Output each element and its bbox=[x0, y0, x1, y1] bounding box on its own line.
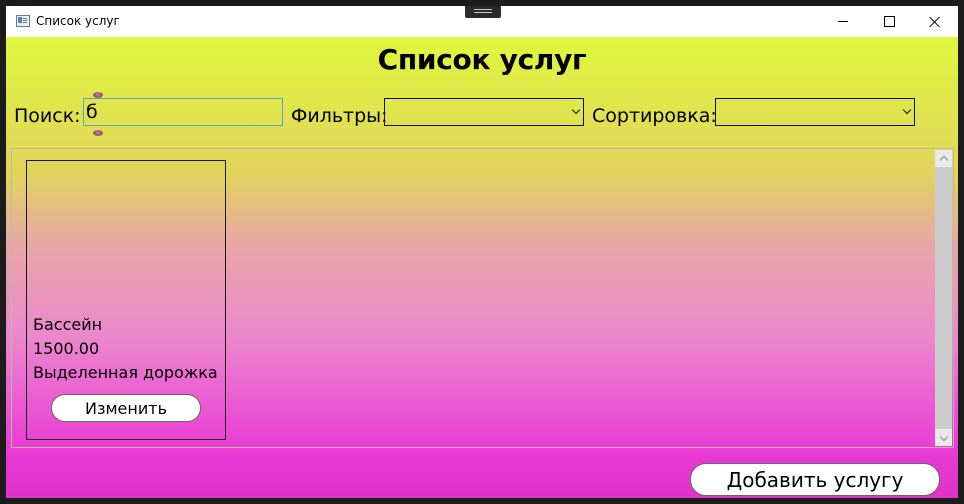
service-name: Бассейн bbox=[33, 315, 103, 334]
edit-button[interactable]: Изменить bbox=[51, 394, 201, 422]
chevron-down-icon bbox=[902, 105, 912, 115]
chevron-down-icon bbox=[939, 432, 948, 441]
title-bar[interactable]: Список услуг bbox=[6, 6, 958, 37]
sort-label: Сортировка: bbox=[592, 105, 717, 127]
page-title: Список услуг bbox=[377, 43, 587, 76]
selection-handle-bottom[interactable] bbox=[93, 130, 103, 136]
app-window: Список услуг Список услуг Поиск: Фильтры… bbox=[6, 6, 958, 498]
minimize-icon bbox=[838, 21, 848, 22]
app-window-icon bbox=[16, 15, 30, 27]
service-image bbox=[27, 161, 225, 311]
scroll-down-button[interactable] bbox=[935, 430, 952, 446]
window-title: Список услуг bbox=[36, 14, 120, 28]
services-list[interactable]: Бассейн 1500.00 Выделенная дорожка Измен… bbox=[11, 148, 954, 448]
close-button[interactable] bbox=[912, 6, 958, 37]
chevron-up-icon bbox=[939, 155, 948, 164]
close-icon bbox=[929, 16, 941, 28]
add-service-button[interactable]: Добавить услугу bbox=[690, 463, 940, 496]
sort-select[interactable] bbox=[715, 98, 915, 126]
selection-handle-top[interactable] bbox=[93, 92, 103, 98]
scrollbar-thumb[interactable] bbox=[935, 167, 952, 429]
filter-label: Фильтры: bbox=[291, 105, 388, 127]
search-input[interactable] bbox=[83, 98, 283, 126]
vertical-scrollbar[interactable] bbox=[935, 150, 952, 446]
search-label: Поиск: bbox=[14, 105, 81, 127]
filter-select[interactable] bbox=[384, 98, 584, 126]
minimize-button[interactable] bbox=[820, 6, 866, 37]
service-price: 1500.00 bbox=[33, 339, 100, 358]
drag-grip-icon[interactable] bbox=[465, 6, 501, 18]
chevron-down-icon bbox=[571, 105, 581, 115]
scroll-up-button[interactable] bbox=[935, 150, 952, 166]
maximize-button[interactable] bbox=[866, 6, 912, 37]
service-description: Выделенная дорожка bbox=[33, 363, 218, 382]
maximize-icon bbox=[883, 16, 895, 27]
main-content: Список услуг Поиск: Фильтры: Сортировка:… bbox=[6, 37, 958, 498]
service-card[interactable]: Бассейн 1500.00 Выделенная дорожка Измен… bbox=[26, 160, 226, 440]
